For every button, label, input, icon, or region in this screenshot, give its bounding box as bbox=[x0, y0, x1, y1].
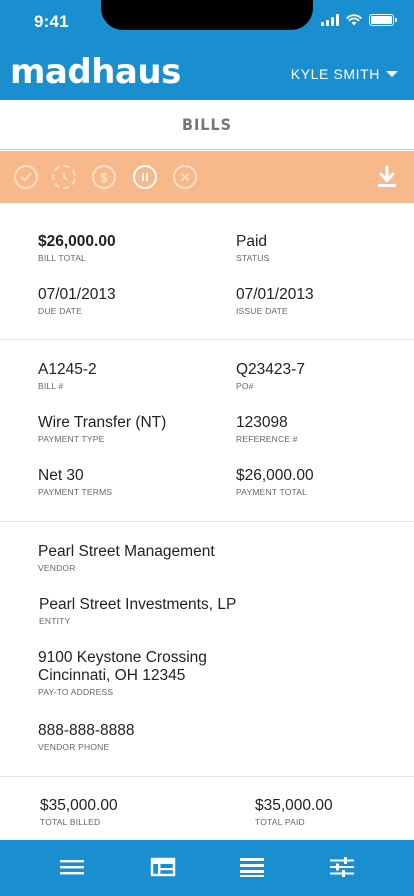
payment-terms-label: PAYMENT TERMS bbox=[38, 487, 113, 497]
menu-icon[interactable] bbox=[59, 856, 85, 878]
vendor-value: Pearl Street Management bbox=[38, 543, 215, 560]
vendor-phone-value: 888-888-8888 bbox=[38, 722, 135, 739]
device-notch bbox=[101, 0, 313, 30]
due-date-field: 07/01/2013 DUE DATE bbox=[38, 286, 116, 316]
payment-type-field: Wire Transfer (NT) PAYMENT TYPE bbox=[38, 414, 166, 444]
signal-icon bbox=[321, 14, 339, 26]
payment-type-label: PAYMENT TYPE bbox=[38, 434, 105, 444]
issue-date-field: 07/01/2013 ISSUE DATE bbox=[236, 286, 314, 316]
total-paid-value: $35,000.00 bbox=[255, 797, 333, 814]
app-header: 9:41 madhaus KYLE SMITH bbox=[0, 0, 414, 100]
issue-date-value: 07/01/2013 bbox=[236, 286, 314, 303]
bill-details-section: A1245-2 BILL # Q23423-7 PO# Wire Transfe… bbox=[0, 340, 414, 522]
status-value: Paid bbox=[236, 233, 268, 250]
page-title: BILLS bbox=[181, 115, 233, 134]
entity-label: ENTITY bbox=[39, 616, 71, 626]
reference-number-field: 123098 REFERENCE # bbox=[236, 414, 298, 444]
total-billed-label: TOTAL BILLED bbox=[40, 817, 101, 827]
address-line-2: Cincinnati, OH 12345 bbox=[38, 667, 186, 684]
list-icon[interactable] bbox=[239, 856, 265, 878]
pay-to-address-label: PAY-TO ADDRESS bbox=[38, 687, 114, 697]
pay-to-address-field: 9100 Keystone Crossing Cincinnati, OH 12… bbox=[38, 649, 207, 697]
bill-number-value: A1245-2 bbox=[38, 361, 97, 378]
chevron-down-icon bbox=[386, 71, 398, 77]
payment-total-field: $26,000.00 PAYMENT TOTAL bbox=[236, 467, 314, 497]
void-icon[interactable] bbox=[173, 165, 197, 189]
page-title-bar: BILLS bbox=[0, 100, 414, 150]
wifi-icon bbox=[346, 14, 362, 26]
issue-date-label: ISSUE DATE bbox=[236, 306, 288, 316]
vendor-field: Pearl Street Management VENDOR bbox=[38, 543, 215, 573]
payment-total-label: PAYMENT TOTAL bbox=[236, 487, 308, 497]
po-number-value: Q23423-7 bbox=[236, 361, 305, 378]
pending-icon[interactable] bbox=[52, 165, 76, 189]
reference-number-value: 123098 bbox=[236, 414, 288, 431]
bill-total-field: $26,000.00 BILL TOTAL bbox=[38, 233, 116, 263]
address-line-1: 9100 Keystone Crossing bbox=[38, 649, 207, 666]
totals-section: $35,000.00 TOTAL BILLED $35,000.00 TOTAL… bbox=[0, 777, 414, 840]
total-paid-label: TOTAL PAID bbox=[255, 817, 305, 827]
entity-value: Pearl Street Investments, LP bbox=[39, 596, 237, 613]
bill-total-value: $26,000.00 bbox=[38, 233, 116, 250]
po-number-label: PO# bbox=[236, 381, 254, 391]
user-name: KYLE SMITH bbox=[290, 66, 380, 82]
reference-number-label: REFERENCE # bbox=[236, 434, 298, 444]
vendor-phone-field: 888-888-8888 VENDOR PHONE bbox=[38, 722, 135, 752]
payment-type-value: Wire Transfer (NT) bbox=[38, 414, 167, 431]
bill-summary-section: $26,000.00 BILL TOTAL Paid STATUS 07/01/… bbox=[0, 203, 414, 340]
bill-number-label: BILL # bbox=[38, 381, 64, 391]
status-bar: 9:41 bbox=[0, 0, 414, 44]
vendor-phone-label: VENDOR PHONE bbox=[38, 742, 110, 752]
vendor-section: Pearl Street Management VENDOR Pearl Str… bbox=[0, 522, 414, 777]
filters-icon[interactable] bbox=[329, 856, 355, 878]
status-label: STATUS bbox=[236, 253, 270, 263]
user-menu[interactable]: KYLE SMITH bbox=[291, 66, 398, 82]
battery-icon bbox=[369, 14, 397, 26]
total-billed-field: $35,000.00 TOTAL BILLED bbox=[40, 797, 118, 827]
bill-number-field: A1245-2 BILL # bbox=[38, 361, 97, 391]
pay-icon[interactable]: $ bbox=[92, 165, 116, 189]
entity-field: Pearl Street Investments, LP ENTITY bbox=[39, 596, 236, 626]
po-number-field: Q23423-7 PO# bbox=[236, 361, 305, 391]
payment-terms-field: Net 30 PAYMENT TERMS bbox=[38, 467, 112, 497]
bottom-nav bbox=[0, 840, 414, 896]
status-field: Paid STATUS bbox=[236, 233, 269, 263]
approve-icon[interactable] bbox=[14, 165, 38, 189]
due-date-value: 07/01/2013 bbox=[38, 286, 116, 303]
status-icons bbox=[321, 14, 397, 26]
dashboard-icon[interactable] bbox=[150, 856, 176, 878]
due-date-label: DUE DATE bbox=[38, 306, 82, 316]
vendor-label: VENDOR bbox=[38, 563, 76, 573]
action-bar: $ bbox=[0, 151, 414, 203]
payment-terms-value: Net 30 bbox=[38, 467, 84, 484]
status-time: 9:41 bbox=[34, 12, 69, 31]
payment-total-value: $26,000.00 bbox=[236, 467, 314, 484]
total-billed-value: $35,000.00 bbox=[40, 797, 118, 814]
hold-icon[interactable] bbox=[133, 165, 157, 189]
app-logo: madhaus bbox=[10, 52, 181, 92]
bill-total-label: BILL TOTAL bbox=[38, 253, 86, 263]
download-icon[interactable] bbox=[376, 165, 398, 189]
total-paid-field: $35,000.00 TOTAL PAID bbox=[255, 797, 333, 827]
